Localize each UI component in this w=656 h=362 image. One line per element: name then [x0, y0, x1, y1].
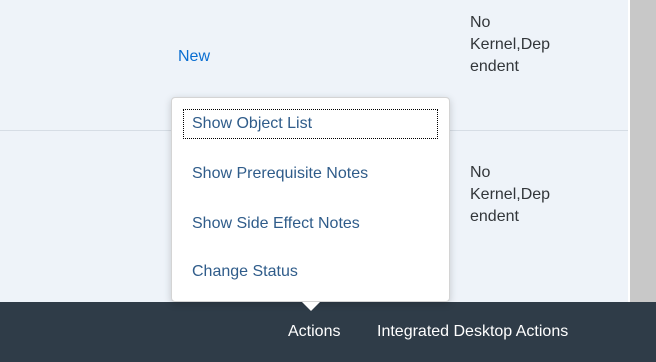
vertical-scrollbar[interactable]	[628, 0, 656, 302]
menu-item-change-status[interactable]: Change Status	[192, 260, 298, 284]
type-cell: No Kernel,Dep endent	[470, 162, 550, 228]
type-cell: No Kernel,Dep endent	[470, 12, 550, 78]
menu-item-show-side-effect-notes[interactable]: Show Side Effect Notes	[192, 212, 360, 236]
popover-arrow	[302, 302, 320, 311]
type-cell-line: Kernel,Dep	[470, 186, 551, 203]
menu-item-show-object-list[interactable]: Show Object List	[192, 112, 312, 136]
menu-item-show-prerequisite-notes[interactable]: Show Prerequisite Notes	[192, 162, 368, 186]
status-link[interactable]: New	[178, 46, 210, 68]
type-cell-line: endent	[470, 208, 519, 225]
actions-button[interactable]: Actions	[288, 302, 340, 362]
type-cell-line: No	[470, 164, 491, 181]
type-cell-line: Kernel,Dep	[470, 36, 551, 53]
type-cell-line: No	[470, 14, 491, 31]
integrated-desktop-actions-button[interactable]: Integrated Desktop Actions	[377, 302, 568, 362]
scrollbar-gap	[628, 0, 630, 302]
type-cell-line: endent	[470, 58, 519, 75]
actions-menu: Show Object List Show Prerequisite Notes…	[171, 97, 450, 302]
